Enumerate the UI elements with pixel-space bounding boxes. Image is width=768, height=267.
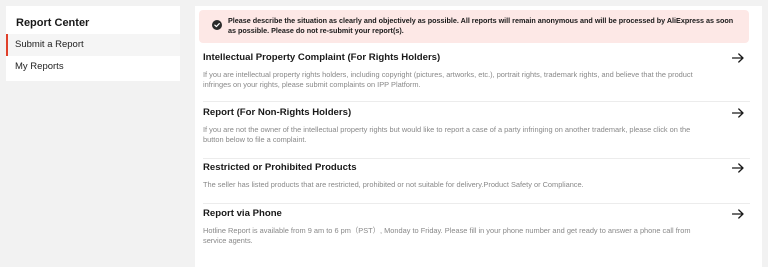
report-option-restricted-products[interactable]: Restricted or Prohibited Products The se… bbox=[203, 162, 750, 204]
report-option-title: Report (For Non-Rights Holders) bbox=[203, 107, 352, 118]
sidebar-item-submit-report[interactable]: Submit a Report bbox=[6, 34, 180, 56]
sidebar-item-my-reports[interactable]: My Reports bbox=[6, 56, 180, 78]
notice-text: Please describe the situation as clearly… bbox=[228, 16, 734, 35]
sidebar-title: Report Center bbox=[16, 17, 90, 29]
report-option-title: Intellectual Property Complaint (For Rig… bbox=[203, 52, 441, 63]
arrow-right-icon[interactable] bbox=[732, 108, 744, 118]
report-option-non-rights-holders[interactable]: Report (For Non-Rights Holders) If you a… bbox=[203, 107, 750, 159]
report-option-title: Report via Phone bbox=[203, 208, 282, 219]
arrow-right-icon[interactable] bbox=[732, 163, 744, 173]
sidebar-item-label: My Reports bbox=[15, 61, 64, 72]
main-panel: Please describe the situation as clearly… bbox=[195, 6, 762, 267]
report-option-via-phone[interactable]: Report via Phone Hotline Report is avail… bbox=[203, 208, 750, 258]
report-option-title: Restricted or Prohibited Products bbox=[203, 162, 357, 173]
arrow-right-icon[interactable] bbox=[732, 209, 744, 219]
report-center-sidebar: Report Center Submit a Report My Reports bbox=[6, 6, 180, 81]
report-option-description: The seller has listed products that are … bbox=[203, 180, 584, 189]
report-option-description: If you are not the owner of the intellec… bbox=[203, 125, 691, 144]
arrow-right-icon[interactable] bbox=[732, 53, 744, 63]
report-option-ip-complaint[interactable]: Intellectual Property Complaint (For Rig… bbox=[203, 52, 750, 102]
sidebar-item-label: Submit a Report bbox=[15, 39, 84, 50]
check-circle-icon bbox=[212, 20, 222, 30]
report-option-description: If you are intellectual property rights … bbox=[203, 70, 693, 89]
report-option-description: Hotline Report is available from 9 am to… bbox=[203, 226, 691, 245]
notice-banner: Please describe the situation as clearly… bbox=[199, 10, 749, 43]
